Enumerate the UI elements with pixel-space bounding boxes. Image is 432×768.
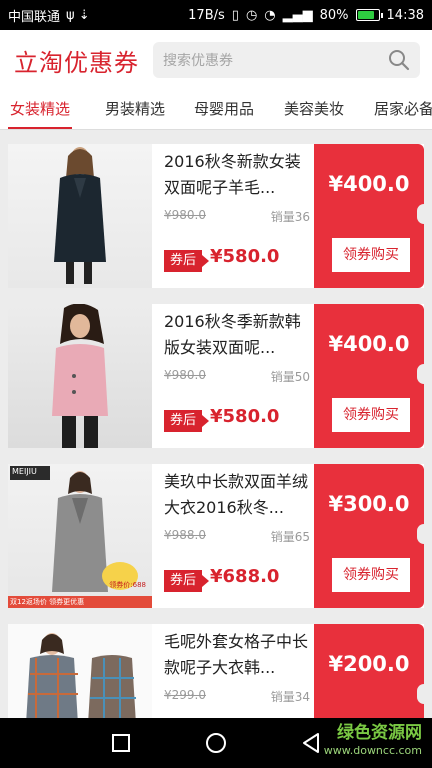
after-coupon-badge: 券后 [164, 250, 210, 272]
app-title: 立淘优惠券 [14, 48, 139, 77]
status-bar: 中国联通 ψ ⇣ 17B/s ▯ ◷ ◔ ▂▄▆ 80% 14:38 [0, 0, 432, 30]
coupon-amount: ¥400.0 [328, 332, 410, 356]
network-speed: 17B/s [188, 7, 225, 23]
product-title[interactable]: 美玖中长款双面羊绒大衣2016秋冬... [164, 469, 314, 521]
product-image[interactable] [8, 144, 152, 288]
coupon-amount: ¥300.0 [328, 492, 410, 516]
tab-mens[interactable]: 男装精选 [105, 90, 165, 129]
original-price: ¥980.0 [164, 208, 206, 222]
tab-home[interactable]: 居家必备 [374, 90, 432, 129]
image-promo-text: 双12返场价 领券更优惠 [10, 598, 85, 606]
watermark-url: www.downcc.com [323, 744, 422, 757]
watermark: 绿色资源网 www.downcc.com [324, 722, 422, 758]
coupon-notch [417, 204, 431, 224]
image-tag-text: 领券价:688 [109, 581, 146, 589]
signal-icon: ▂▄▆ [282, 7, 313, 23]
image-brand-text: MEIJIU [12, 467, 37, 476]
product-image[interactable]: MEIJIU 双12返场价 领券更优惠 领券价:688 [8, 464, 152, 608]
get-coupon-button[interactable]: 领券购买 [332, 398, 410, 432]
home-button[interactable] [203, 730, 229, 756]
product-card[interactable]: 2016秋冬季新款韩版女装双面呢... ¥980.0 销量50 券后 ¥580.… [8, 304, 431, 448]
coupon-edge [310, 144, 318, 288]
system-nav-bar: 绿色资源网 www.downcc.com [0, 718, 432, 768]
final-price: ¥580.0 [210, 406, 280, 427]
product-title[interactable]: 毛呢外套女格子中长款呢子大衣韩... [164, 629, 314, 681]
product-card[interactable]: 毛呢外套女格子中长款呢子大衣韩... ¥299.0 销量34 ¥200.0 [8, 624, 431, 718]
product-title[interactable]: 2016秋冬新款女装双面呢子羊毛... [164, 149, 314, 201]
search-icon[interactable] [388, 49, 410, 71]
coupon-notch [417, 684, 431, 704]
product-title[interactable]: 2016秋冬季新款韩版女装双面呢... [164, 309, 314, 361]
after-coupon-badge: 券后 [164, 570, 210, 592]
get-coupon-button[interactable]: 领券购买 [332, 238, 410, 272]
battery-percent: 80% [319, 7, 349, 23]
coupon-amount: ¥400.0 [328, 172, 410, 196]
coupon-block[interactable]: ¥200.0 [310, 624, 431, 718]
coupon-notch [417, 364, 431, 384]
sales-count: 销量65 [270, 530, 310, 544]
vibrate-icon: ▯ [231, 7, 239, 23]
carrier-label: 中国联通 [8, 9, 61, 25]
original-price: ¥988.0 [164, 528, 206, 542]
final-price: ¥580.0 [210, 246, 280, 267]
get-coupon-button[interactable]: 领券购买 [332, 558, 410, 592]
tab-beauty[interactable]: 美容美妆 [284, 90, 344, 129]
sales-count: 销量36 [270, 210, 310, 224]
alarm-icon: ◷ [245, 7, 258, 23]
watermark-name: 绿色资源网 [337, 723, 422, 743]
coupon-edge [310, 464, 318, 608]
tab-baby[interactable]: 母婴用品 [194, 90, 254, 129]
original-price: ¥299.0 [164, 688, 206, 702]
product-image[interactable] [8, 624, 152, 718]
coupon-block[interactable]: ¥400.0 领券购买 [310, 144, 431, 288]
sales-count: 销量34 [270, 690, 310, 704]
coupon-amount: ¥200.0 [328, 652, 410, 676]
product-card[interactable]: MEIJIU 双12返场价 领券更优惠 领券价:688 美玖中长款双面羊绒大衣2… [8, 464, 431, 608]
coupon-notch [417, 524, 431, 544]
category-tabs: 女装精选 男装精选 母婴用品 美容美妆 居家必备 [0, 90, 432, 130]
product-image[interactable] [8, 304, 152, 448]
battery-icon [355, 9, 383, 21]
tab-womens[interactable]: 女装精选 [7, 90, 73, 129]
clock: 14:38 [386, 7, 424, 23]
coupon-block[interactable]: ¥400.0 领券购买 [310, 304, 431, 448]
product-list: 2016秋冬新款女装双面呢子羊毛... ¥980.0 销量36 券后 ¥580.… [0, 130, 432, 718]
coupon-edge [310, 304, 318, 448]
search-input[interactable]: 搜索优惠券 [153, 42, 420, 78]
wifi-icon: ◔ [264, 7, 276, 23]
original-price: ¥980.0 [164, 368, 206, 382]
coupon-block[interactable]: ¥300.0 领券购买 [310, 464, 431, 608]
app-header: 立淘优惠券 搜索优惠券 [0, 30, 432, 90]
final-price: ¥688.0 [210, 566, 280, 587]
search-placeholder: 搜索优惠券 [163, 53, 233, 69]
product-card[interactable]: 2016秋冬新款女装双面呢子羊毛... ¥980.0 销量36 券后 ¥580.… [8, 144, 431, 288]
sales-count: 销量50 [270, 370, 310, 384]
usb-icon: ψ ⇣ [66, 7, 90, 23]
back-button[interactable] [298, 730, 324, 756]
after-coupon-badge: 券后 [164, 410, 210, 432]
recents-button[interactable] [108, 730, 134, 756]
